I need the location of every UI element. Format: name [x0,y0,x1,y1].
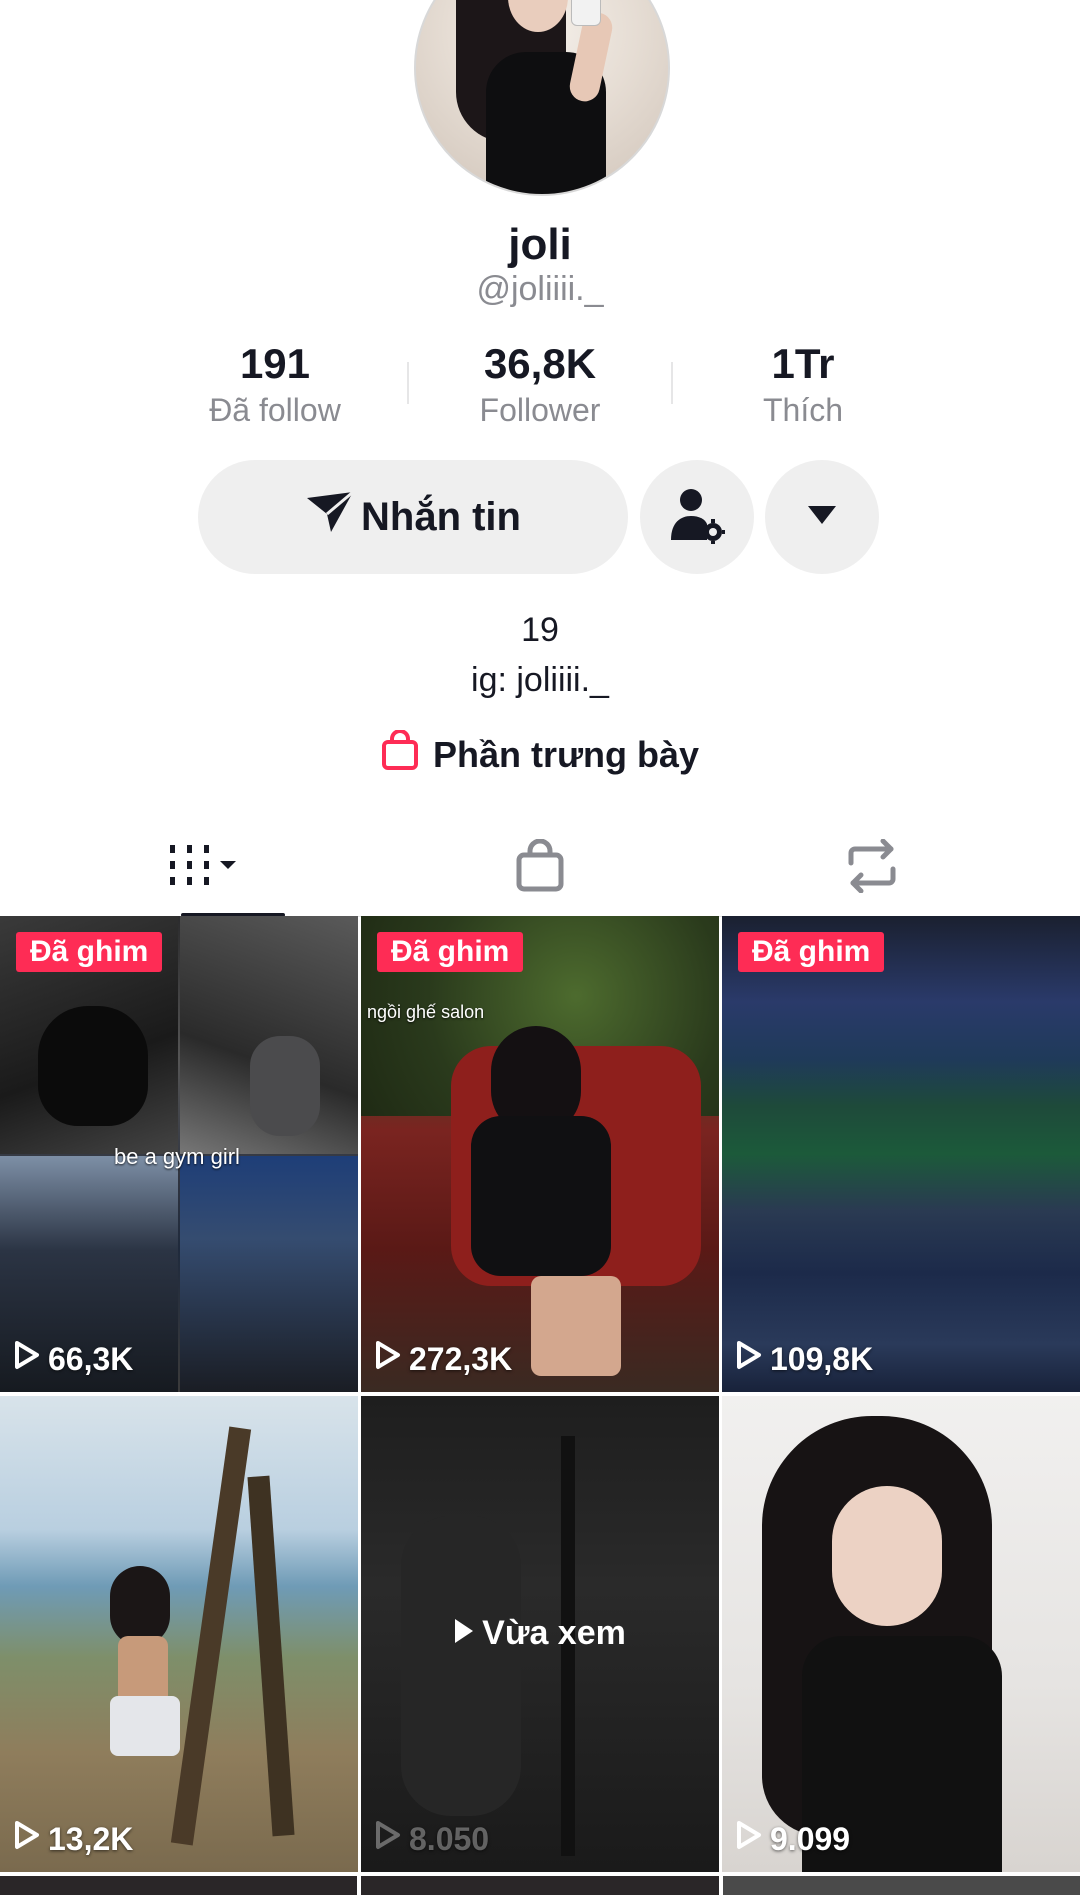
video-thumbnail[interactable]: Đã ghim ngồi ghế salon 272,3K [361,916,719,1392]
recently-watched-text: Vừa xem [482,1614,626,1652]
video-caption: be a gym girl [114,1144,240,1169]
video-thumbnail[interactable]: Vừa xem 8.050 [361,1396,719,1872]
profile-tabs [0,820,1080,917]
videos-tab[interactable] [26,820,386,917]
shopping-bag-icon [381,729,419,779]
shopping-bag-icon [515,838,565,898]
video-thumbnail[interactable]: 9.099 [722,1396,1080,1872]
following-stat[interactable]: 191 Đã follow [155,340,395,432]
repost-icon [843,838,901,898]
following-count: 191 [239,340,311,387]
view-count: 109,8K [736,1340,873,1378]
shop-tab[interactable] [360,820,720,916]
play-outline-icon [375,1340,401,1378]
user-settings-icon [669,486,725,549]
grid-dropdown-icon [166,841,246,896]
message-button[interactable]: Nhắn tin [198,460,628,574]
bio-line: ig: joliiii._ [471,661,609,699]
more-options-button[interactable] [765,460,879,574]
view-count: 66,3K [14,1340,133,1378]
view-count-label: 13,2K [48,1820,134,1857]
play-outline-icon [14,1340,40,1378]
send-icon [305,490,355,544]
stats-divider [671,362,673,404]
profile-stats: 191 Đã follow 36,8K Follower 1Tr Thích [0,340,1080,430]
followers-count: 36,8K [483,340,597,387]
pinned-badge: Đã ghim [377,932,524,972]
followers-label: Follower [479,392,601,428]
view-count-label: 109,8K [770,1340,874,1377]
followers-stat[interactable]: 36,8K Follower [420,340,660,432]
view-count-label: 66,3K [48,1340,134,1377]
profile-avatar[interactable] [414,0,670,196]
display-name: joli [508,220,572,269]
profile-bio: 19 ig: joliiii._ [0,605,1080,705]
view-count: 9.099 [736,1820,850,1858]
pinned-badge: Đã ghim [16,932,163,972]
username: @joliiii._ [476,270,604,308]
view-count-label: 9.099 [770,1820,851,1857]
likes-label: Thích [762,392,844,428]
view-count: 8.050 [375,1820,489,1858]
next-row-thumbnails [0,1876,1080,1895]
message-button-label: Nhắn tin [361,494,521,539]
view-count-label: 272,3K [409,1340,513,1377]
play-icon [454,1614,474,1653]
following-label: Đã follow [209,392,341,428]
play-outline-icon [736,1340,762,1378]
view-count: 272,3K [375,1340,512,1378]
stats-divider [407,362,409,404]
likes-stat[interactable]: 1Tr Thích [683,340,923,432]
add-friend-settings-button[interactable] [640,460,754,574]
play-outline-icon [14,1820,40,1858]
likes-count: 1Tr [771,340,835,387]
reposts-tab[interactable] [692,820,1052,916]
video-thumbnail[interactable]: 13,2K [0,1396,358,1872]
caret-down-icon [808,505,836,529]
recently-watched-label: Vừa xem [361,1614,719,1653]
showcase-label: Phần trưng bày [432,733,700,775]
bio-line: 19 [521,611,559,649]
view-count: 13,2K [14,1820,133,1858]
play-outline-icon [736,1820,762,1858]
view-count-label: 8.050 [409,1820,490,1857]
pinned-badge: Đã ghim [738,932,885,972]
video-thumbnail[interactable]: Đã ghim 109,8K [722,916,1080,1392]
video-caption: ngồi ghế salon [367,1002,485,1022]
video-thumbnail[interactable]: Đã ghim be a gym girl 66,3K [0,916,358,1392]
showcase-link[interactable]: Phần trưng bày [0,729,1080,779]
play-outline-icon [375,1820,401,1858]
